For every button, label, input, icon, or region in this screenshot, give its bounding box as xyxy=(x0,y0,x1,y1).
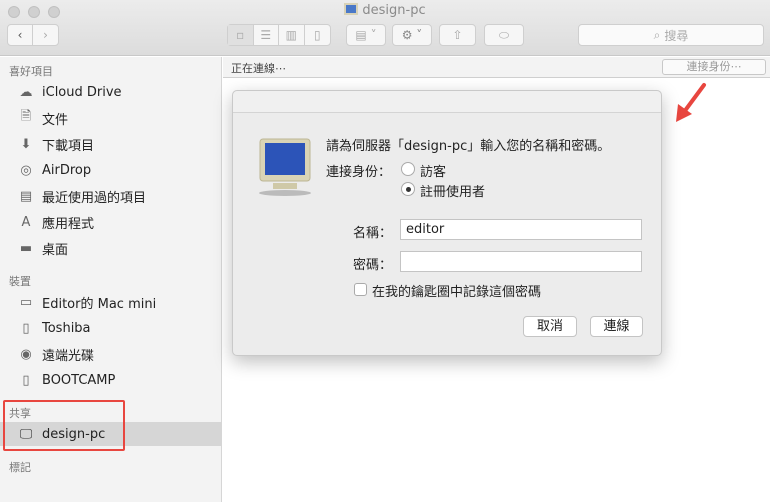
arrange-button[interactable]: ▤ ˅ xyxy=(346,24,386,46)
dialog-message: 請為伺服器「design-pc」輸入您的名稱和密碼。 xyxy=(326,139,611,154)
sidebar-item-label: 應用程式 xyxy=(42,216,95,232)
view-mode-control: ▫ ☰ ▥ ▯ xyxy=(227,24,331,46)
guest-label: 訪客 xyxy=(420,165,447,180)
desktop-icon: ▬ xyxy=(19,240,33,256)
name-label: 名稱： xyxy=(353,226,393,241)
arrange-icon: ▤ ˅ xyxy=(355,28,377,42)
sidebar-item-label: 遠端光碟 xyxy=(42,348,95,364)
sidebar-item-label: Toshiba xyxy=(42,320,91,336)
cloud-icon: ☁ xyxy=(19,84,33,100)
sidebar-item-applications[interactable]: A 應用程式 xyxy=(0,210,222,234)
password-field[interactable] xyxy=(400,251,642,272)
sidebar-item-recents[interactable]: ▤ 最近使用過的項目 xyxy=(0,184,222,208)
download-icon: ⬇ xyxy=(20,136,32,152)
sidebar-item-desktop[interactable]: ▬ 桌面 xyxy=(0,236,222,260)
remember-password-checkbox[interactable] xyxy=(354,283,367,296)
sidebar-item-label: 下載項目 xyxy=(42,138,95,154)
tags-header: 標記 xyxy=(9,461,31,474)
window-title: design-pc xyxy=(0,3,770,18)
drive-icon: ▯ xyxy=(22,320,30,336)
title-bar: design-pc ‹ › ▫ ☰ ▥ ▯ ▤ ˅ ⚙ ˅ ⇧ ⬭ ⌕ 搜尋 xyxy=(0,0,770,56)
document-icon: 🗎 xyxy=(20,109,32,124)
annotation-highlight-box xyxy=(3,400,125,451)
column-view-icon[interactable]: ▥ xyxy=(279,25,305,45)
window-title-text: design-pc xyxy=(362,3,426,18)
sidebar-item-downloads[interactable]: ⬇ 下載項目 xyxy=(0,132,222,156)
cancel-button[interactable]: 取消 xyxy=(523,316,577,337)
share-button[interactable]: ⇧ xyxy=(439,24,476,46)
sidebar-item-airdrop[interactable]: ◎ AirDrop xyxy=(0,158,222,182)
sidebar-item-mac-mini[interactable]: ▭ Editor的 Mac mini xyxy=(0,290,222,314)
disc-icon: ◉ xyxy=(20,346,32,362)
back-button[interactable]: ‹ xyxy=(8,25,34,45)
devices-header: 裝置 xyxy=(9,275,31,288)
connect-dialog: 請為伺服器「design-pc」輸入您的名稱和密碼。 連接身份： 訪客 註冊使用… xyxy=(232,90,662,356)
connect-button[interactable]: 連線 xyxy=(590,316,643,337)
search-placeholder: 搜尋 xyxy=(664,28,689,43)
connect-as-label: 連接身份： xyxy=(326,165,392,180)
tag-icon: ⬭ xyxy=(498,27,510,42)
path-bar: 正在連線⋯ 連接身份⋯ xyxy=(223,57,770,78)
favorites-header: 喜好項目 xyxy=(9,65,53,78)
sidebar-item-label: 文件 xyxy=(42,112,69,128)
sidebar-item-label: AirDrop xyxy=(42,162,92,178)
list-view-icon[interactable]: ☰ xyxy=(254,25,279,45)
search-icon: ⌕ xyxy=(653,27,661,42)
guest-radio[interactable] xyxy=(401,162,415,176)
registered-user-label: 註冊使用者 xyxy=(420,185,486,200)
icon-view-icon[interactable]: ▫ xyxy=(228,25,254,45)
sidebar-item-toshiba[interactable]: ▯ Toshiba xyxy=(0,316,222,340)
action-button[interactable]: ⚙ ˅ xyxy=(392,24,432,46)
computer-icon: ▭ xyxy=(19,294,33,310)
nav-buttons: ‹ › xyxy=(7,24,59,46)
registered-user-radio[interactable] xyxy=(401,182,415,196)
drive-icon: ▯ xyxy=(22,372,30,388)
sidebar-item-label: Editor的 Mac mini xyxy=(42,296,157,312)
connection-status: 正在連線⋯ xyxy=(231,62,286,75)
forward-button[interactable]: › xyxy=(33,25,58,45)
sidebar-item-documents[interactable]: 🗎 文件 xyxy=(0,106,222,130)
sidebar-item-remote-disc[interactable]: ◉ 遠端光碟 xyxy=(0,342,222,366)
annotation-arrow-icon xyxy=(676,83,706,122)
sidebar-item-label: 桌面 xyxy=(42,242,69,258)
sidebar-item-label: 最近使用過的項目 xyxy=(42,190,147,206)
connect-as-button[interactable]: 連接身份⋯ xyxy=(662,59,766,75)
tags-button[interactable]: ⬭ xyxy=(484,24,524,46)
remember-password-label: 在我的鑰匙圈中記錄這個密碼 xyxy=(372,285,542,300)
sidebar-item-bootcamp[interactable]: ▯ BOOTCAMP xyxy=(0,368,222,392)
dialog-header xyxy=(233,91,661,113)
name-field[interactable]: editor xyxy=(400,219,642,240)
password-label: 密碼： xyxy=(353,258,393,273)
share-icon: ⇧ xyxy=(452,28,463,42)
sidebar-item-icloud[interactable]: ☁ iCloud Drive xyxy=(0,80,222,104)
sidebar-item-label: BOOTCAMP xyxy=(42,372,116,388)
search-input[interactable]: ⌕ 搜尋 xyxy=(578,24,764,46)
pc-monitor-icon xyxy=(344,3,359,15)
cover-flow-icon[interactable]: ▯ xyxy=(305,25,330,45)
recents-icon: ▤ xyxy=(19,188,33,204)
pc-monitor-icon xyxy=(259,138,311,196)
sidebar-item-label: iCloud Drive xyxy=(42,84,122,100)
applications-icon: A xyxy=(21,214,31,230)
airdrop-icon: ◎ xyxy=(20,162,32,178)
gear-icon: ⚙ ˅ xyxy=(401,28,423,42)
